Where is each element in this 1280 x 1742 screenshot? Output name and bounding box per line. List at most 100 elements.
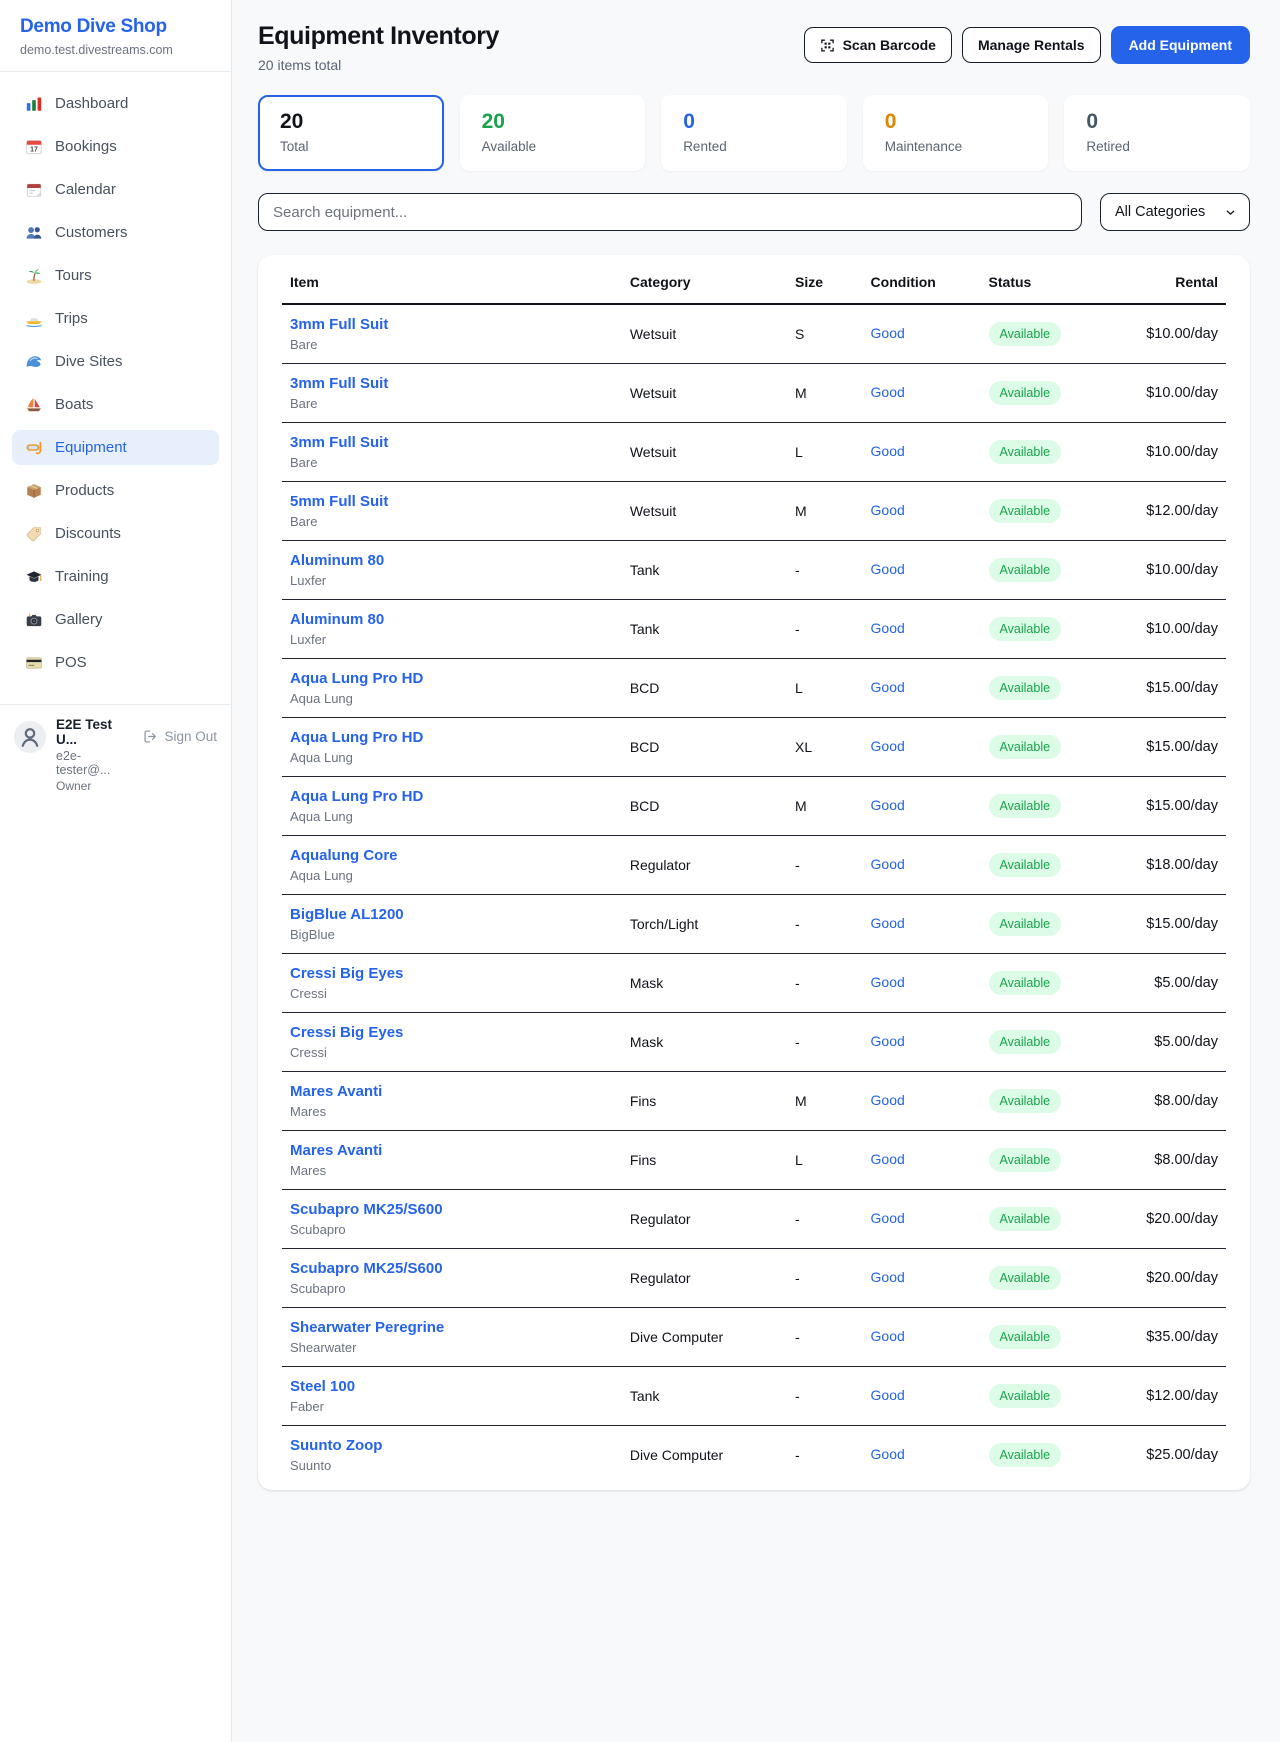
table-row[interactable]: Aqualung Core Aqua Lung Regulator - Good… xyxy=(282,836,1226,895)
item-name-link[interactable]: 3mm Full Suit xyxy=(290,316,614,333)
column-header-category[interactable]: Category xyxy=(622,259,787,304)
table-row[interactable]: 5mm Full Suit Bare Wetsuit M Good Availa… xyxy=(282,482,1226,541)
item-name-link[interactable]: Aqua Lung Pro HD xyxy=(290,788,614,805)
table-row[interactable]: Scubapro MK25/S600 Scubapro Regulator - … xyxy=(282,1249,1226,1308)
sidebar-item-gallery[interactable]: Gallery xyxy=(12,602,219,637)
stat-card-total[interactable]: 20 Total xyxy=(258,95,444,171)
item-condition-link[interactable]: Good xyxy=(871,384,905,400)
sign-out-button[interactable]: Sign Out xyxy=(143,729,217,744)
item-condition-link[interactable]: Good xyxy=(871,502,905,518)
manage-rentals-button[interactable]: Manage Rentals xyxy=(962,27,1101,63)
item-name-link[interactable]: Aqua Lung Pro HD xyxy=(290,670,614,687)
item-name-link[interactable]: Steel 100 xyxy=(290,1378,614,1395)
item-name-link[interactable]: BigBlue AL1200 xyxy=(290,906,614,923)
stat-card-available[interactable]: 20 Available xyxy=(460,95,646,171)
sidebar-item-training[interactable]: Training xyxy=(12,559,219,594)
item-name-link[interactable]: Aluminum 80 xyxy=(290,552,614,569)
column-header-condition[interactable]: Condition xyxy=(863,259,981,304)
sidebar-item-equipment[interactable]: Equipment xyxy=(12,430,219,465)
item-condition-link[interactable]: Good xyxy=(871,679,905,695)
item-name-link[interactable]: Mares Avanti xyxy=(290,1142,614,1159)
brand-name[interactable]: Demo Dive Shop xyxy=(20,16,211,38)
table-row[interactable]: Aqua Lung Pro HD Aqua Lung BCD XL Good A… xyxy=(282,718,1226,777)
category-select[interactable]: All Categories xyxy=(1100,193,1250,231)
sidebar-item-products[interactable]: Products xyxy=(12,473,219,508)
table-row[interactable]: Aluminum 80 Luxfer Tank - Good Available… xyxy=(282,600,1226,659)
sidebar-item-boats[interactable]: Boats xyxy=(12,387,219,422)
table-row[interactable]: 3mm Full Suit Bare Wetsuit M Good Availa… xyxy=(282,364,1226,423)
table-row[interactable]: Aqua Lung Pro HD Aqua Lung BCD M Good Av… xyxy=(282,777,1226,836)
sidebar-item-customers[interactable]: Customers xyxy=(12,215,219,250)
item-category: BCD xyxy=(622,659,787,718)
item-brand: Shearwater xyxy=(290,1340,614,1355)
item-condition-link[interactable]: Good xyxy=(871,1092,905,1108)
item-condition-link[interactable]: Good xyxy=(871,325,905,341)
item-name-link[interactable]: Mares Avanti xyxy=(290,1083,614,1100)
table-row[interactable]: Cressi Big Eyes Cressi Mask - Good Avail… xyxy=(282,954,1226,1013)
sidebar-item-dive-sites[interactable]: Dive Sites xyxy=(12,344,219,379)
item-condition-link[interactable]: Good xyxy=(871,797,905,813)
add-equipment-button[interactable]: Add Equipment xyxy=(1111,26,1250,64)
table-row[interactable]: 3mm Full Suit Bare Wetsuit S Good Availa… xyxy=(282,304,1226,364)
item-name-link[interactable]: 5mm Full Suit xyxy=(290,493,614,510)
item-condition-link[interactable]: Good xyxy=(871,856,905,872)
sidebar-item-trips[interactable]: Trips xyxy=(12,301,219,336)
item-name-link[interactable]: Cressi Big Eyes xyxy=(290,1024,614,1041)
table-row[interactable]: Suunto Zoop Suunto Dive Computer - Good … xyxy=(282,1426,1226,1485)
item-name-link[interactable]: Scubapro MK25/S600 xyxy=(290,1260,614,1277)
column-header-rental[interactable]: Rental xyxy=(1122,259,1226,304)
item-condition-link[interactable]: Good xyxy=(871,620,905,636)
item-size: M xyxy=(787,364,863,423)
stat-card-maintenance[interactable]: 0 Maintenance xyxy=(863,95,1049,171)
sidebar-item-bookings[interactable]: 17 Bookings xyxy=(12,129,219,164)
item-condition-link[interactable]: Good xyxy=(871,974,905,990)
column-header-item[interactable]: Item xyxy=(282,259,622,304)
item-condition-link[interactable]: Good xyxy=(871,561,905,577)
table-row[interactable]: 3mm Full Suit Bare Wetsuit L Good Availa… xyxy=(282,423,1226,482)
item-name-link[interactable]: Shearwater Peregrine xyxy=(290,1319,614,1336)
item-condition-link[interactable]: Good xyxy=(871,738,905,754)
item-condition-link[interactable]: Good xyxy=(871,1151,905,1167)
item-condition-link[interactable]: Good xyxy=(871,1269,905,1285)
item-condition-link[interactable]: Good xyxy=(871,1210,905,1226)
item-brand: Bare xyxy=(290,514,614,529)
stat-card-rented[interactable]: 0 Rented xyxy=(661,95,847,171)
item-condition-link[interactable]: Good xyxy=(871,915,905,931)
table-row[interactable]: Cressi Big Eyes Cressi Mask - Good Avail… xyxy=(282,1013,1226,1072)
sidebar-item-discounts[interactable]: Discounts xyxy=(12,516,219,551)
item-brand: Cressi xyxy=(290,986,614,1001)
table-row[interactable]: Aluminum 80 Luxfer Tank - Good Available… xyxy=(282,541,1226,600)
sidebar-item-dashboard[interactable]: Dashboard xyxy=(12,86,219,121)
search-input[interactable] xyxy=(258,193,1082,231)
item-condition-link[interactable]: Good xyxy=(871,1033,905,1049)
sidebar-item-pos[interactable]: POS xyxy=(12,645,219,680)
table-row[interactable]: Shearwater Peregrine Shearwater Dive Com… xyxy=(282,1308,1226,1367)
item-name-link[interactable]: Aluminum 80 xyxy=(290,611,614,628)
item-condition-link[interactable]: Good xyxy=(871,1387,905,1403)
item-name-link[interactable]: 3mm Full Suit xyxy=(290,434,614,451)
table-row[interactable]: Mares Avanti Mares Fins M Good Available… xyxy=(282,1072,1226,1131)
table-row[interactable]: Aqua Lung Pro HD Aqua Lung BCD L Good Av… xyxy=(282,659,1226,718)
item-name-link[interactable]: Scubapro MK25/S600 xyxy=(290,1201,614,1218)
item-condition-link[interactable]: Good xyxy=(871,1328,905,1344)
sidebar-item-calendar[interactable]: Calendar xyxy=(12,172,219,207)
item-name-link[interactable]: Suunto Zoop xyxy=(290,1437,614,1454)
item-condition-link[interactable]: Good xyxy=(871,443,905,459)
table-row[interactable]: Mares Avanti Mares Fins L Good Available… xyxy=(282,1131,1226,1190)
scan-barcode-button[interactable]: Scan Barcode xyxy=(804,27,952,63)
table-row[interactable]: BigBlue AL1200 BigBlue Torch/Light - Goo… xyxy=(282,895,1226,954)
user-avatar-icon xyxy=(14,721,46,753)
sidebar-item-label: Dashboard xyxy=(55,95,128,112)
sidebar-item-tours[interactable]: Tours xyxy=(12,258,219,293)
item-condition-link[interactable]: Good xyxy=(871,1446,905,1462)
column-header-status[interactable]: Status xyxy=(981,259,1123,304)
table-row[interactable]: Steel 100 Faber Tank - Good Available $1… xyxy=(282,1367,1226,1426)
item-name-link[interactable]: 3mm Full Suit xyxy=(290,375,614,392)
item-name-link[interactable]: Cressi Big Eyes xyxy=(290,965,614,982)
item-name-link[interactable]: Aqua Lung Pro HD xyxy=(290,729,614,746)
stat-card-retired[interactable]: 0 Retired xyxy=(1064,95,1250,171)
pos-icon xyxy=(24,653,43,672)
column-header-size[interactable]: Size xyxy=(787,259,863,304)
table-row[interactable]: Scubapro MK25/S600 Scubapro Regulator - … xyxy=(282,1190,1226,1249)
item-name-link[interactable]: Aqualung Core xyxy=(290,847,614,864)
